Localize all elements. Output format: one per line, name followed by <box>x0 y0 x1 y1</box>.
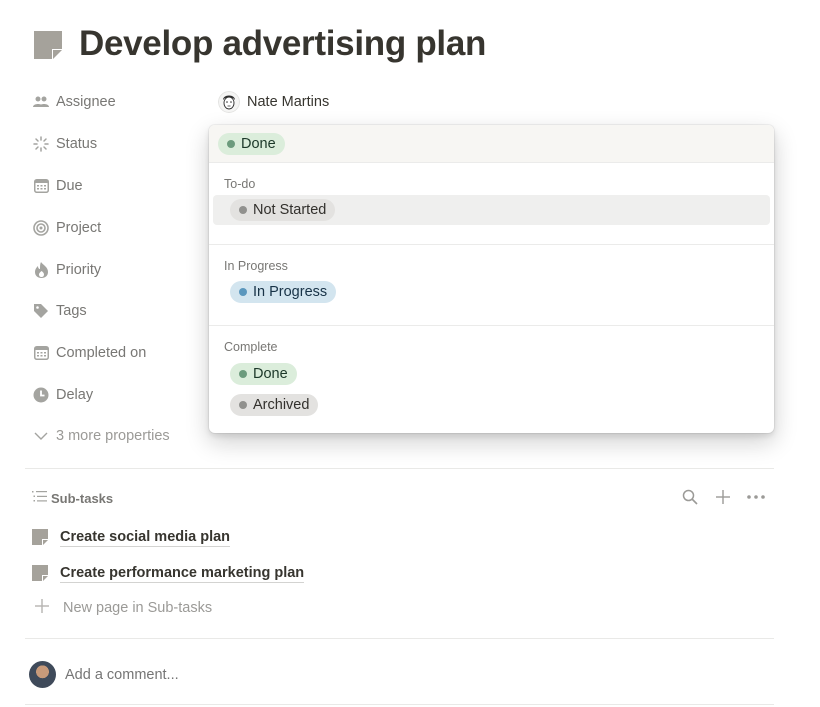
search-icon[interactable] <box>680 487 700 507</box>
clock-icon <box>32 386 50 404</box>
status-spinner-icon <box>32 135 50 153</box>
property-project[interactable]: Project <box>32 214 101 242</box>
property-priority[interactable]: Priority <box>32 256 101 284</box>
divider <box>25 468 774 469</box>
status-option-done[interactable]: Done <box>213 358 770 389</box>
more-horizontal-icon[interactable] <box>746 487 766 507</box>
property-assignee[interactable]: Assignee <box>32 88 116 116</box>
pill-label: Not Started <box>253 202 327 218</box>
property-tags[interactable]: Tags <box>32 297 87 325</box>
assignee-value[interactable]: Nate Martins <box>218 90 329 114</box>
status-pill: Not Started <box>230 199 336 221</box>
subtasks-actions <box>680 487 766 507</box>
subtask-title[interactable]: Create social media plan <box>60 528 231 547</box>
more-properties-toggle[interactable]: 3 more properties <box>32 424 170 448</box>
status-pill: In Progress <box>230 281 337 303</box>
group-label: Complete <box>224 340 278 354</box>
status-option-not-started[interactable]: Not Started <box>213 195 770 225</box>
calendar-icon <box>32 177 50 195</box>
assignee-name: Nate Martins <box>247 94 330 110</box>
status-pill: Archived <box>230 393 319 416</box>
property-due[interactable]: Due <box>32 172 83 200</box>
group-label: To-do <box>224 177 256 191</box>
property-label: Project <box>56 220 102 236</box>
comment-composer <box>29 661 365 688</box>
status-dropdown: Done To-do Not Started In Progress In Pr… <box>209 125 774 433</box>
subtask-item[interactable]: Create social media plan <box>32 525 231 549</box>
property-label: Delay <box>56 387 94 403</box>
selected-status-field[interactable]: Done <box>209 125 774 163</box>
avatar <box>218 91 240 113</box>
property-delay[interactable]: Delay <box>32 381 93 409</box>
divider <box>25 638 774 639</box>
status-pill: Done <box>230 362 297 385</box>
document-icon <box>32 565 48 581</box>
more-properties-label: 3 more properties <box>56 428 170 444</box>
status-dot <box>239 288 247 296</box>
group-label: In Progress <box>224 259 288 273</box>
status-dot <box>239 400 247 409</box>
divider <box>25 704 774 705</box>
status-group-in-progress: In Progress In Progress <box>209 245 774 326</box>
comment-input[interactable] <box>65 666 365 683</box>
plus-icon <box>34 598 50 619</box>
property-label: Completed on <box>56 345 147 361</box>
property-label: Priority <box>56 262 102 278</box>
subtask-title[interactable]: Create performance marketing plan <box>60 564 305 583</box>
property-label: Due <box>56 178 83 194</box>
property-completed-on[interactable]: Completed on <box>32 339 146 367</box>
document-icon <box>34 31 62 59</box>
status-dot <box>239 369 247 378</box>
status-dot <box>227 139 235 148</box>
chevron-down-icon <box>32 427 50 445</box>
status-group-todo: To-do Not Started <box>209 163 774 245</box>
user-avatar <box>29 661 56 688</box>
list-icon <box>32 489 47 507</box>
tag-icon <box>32 302 50 320</box>
pill-label: Done <box>241 135 276 152</box>
status-group-complete: Complete Done Archived <box>209 326 774 420</box>
selected-status-pill[interactable]: Done <box>218 132 285 155</box>
subtask-item[interactable]: Create performance marketing plan <box>32 561 305 585</box>
property-label: Status <box>56 136 98 152</box>
subtasks-title: Sub-tasks <box>51 490 114 506</box>
plus-icon[interactable] <box>713 487 733 507</box>
people-icon <box>32 93 50 111</box>
new-subtask-label: New page in Sub-tasks <box>63 600 213 616</box>
status-option-archived[interactable]: Archived <box>213 389 770 420</box>
pill-label: In Progress <box>253 284 328 300</box>
calendar-icon <box>32 344 50 362</box>
property-status[interactable]: Status <box>32 130 97 158</box>
document-icon <box>32 529 48 545</box>
property-label: Tags <box>56 303 87 319</box>
page-title[interactable]: Develop advertising plan <box>79 24 486 64</box>
subtasks-header[interactable]: Sub-tasks <box>32 488 113 508</box>
property-label: Assignee <box>56 94 116 110</box>
pill-label: Done <box>253 365 288 382</box>
target-icon <box>32 219 50 237</box>
status-option-in-progress[interactable]: In Progress <box>213 277 770 307</box>
status-dot <box>239 206 247 214</box>
pill-label: Archived <box>253 396 310 413</box>
new-subtask-button[interactable]: New page in Sub-tasks <box>34 597 212 619</box>
fire-icon <box>32 261 50 279</box>
